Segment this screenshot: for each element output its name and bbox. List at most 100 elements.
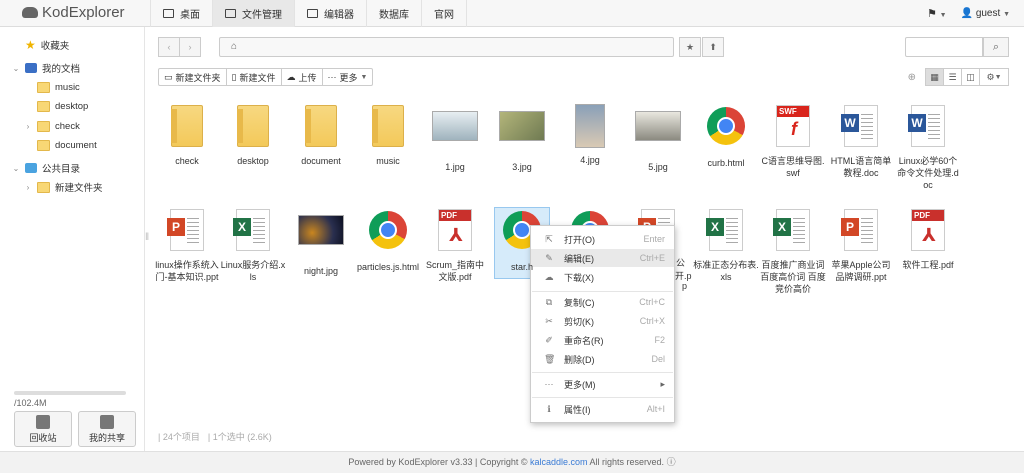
file-thumb [288, 215, 354, 261]
tree-public[interactable]: ⌄ 公共目录 [12, 159, 80, 177]
image-thumbnail [635, 111, 681, 141]
search-button[interactable]: ⌕ [983, 37, 1009, 57]
menu-properties[interactable]: ℹ 属性(I) Alt+I [531, 400, 674, 418]
doc-lines [187, 218, 199, 244]
nav-desktop[interactable]: 桌面 [150, 0, 212, 27]
home-icon[interactable]: ⌂ [222, 41, 246, 53]
file-name: Linux必学60个命令文件处理.doc [897, 156, 959, 190]
back-button[interactable]: ‹ [158, 37, 180, 57]
tree-music[interactable]: music [24, 78, 80, 96]
file-item[interactable]: PDF ⅄ 软件工程.pdf [895, 207, 961, 271]
nav-website[interactable]: 官网 [421, 0, 467, 27]
language-menu[interactable]: ⚑ ▼ [927, 7, 947, 20]
file-thumb [693, 107, 759, 153]
menu-separator [532, 397, 673, 398]
menu-cut[interactable]: ✂ 剪切(K) Ctrl+X [531, 312, 674, 330]
tree-new-folder[interactable]: › 新建文件夹 [24, 178, 103, 196]
menu-label: 更多(M) [564, 379, 596, 390]
file-item[interactable]: W Linux必学60个命令文件处理.doc [895, 103, 961, 191]
new-folder-button[interactable]: ▭ 新建文件夹 [158, 68, 227, 86]
path-bar[interactable] [219, 37, 674, 57]
user-menu[interactable]: 👤 guest ▼ [961, 8, 1010, 19]
upload-button[interactable]: ☁ 上传 [280, 68, 323, 86]
tree-desktop[interactable]: desktop [24, 97, 88, 115]
file-item[interactable]: SWF f C语言思维导图.swf [760, 103, 826, 179]
nav-file-manager[interactable]: 文件管理 [212, 0, 294, 27]
nav-label: 桌面 [180, 10, 200, 21]
flash-icon: SWF f [776, 105, 810, 147]
more-button[interactable]: ··· 更多 ▼ [321, 68, 374, 86]
tree-favorites[interactable]: ★ 收藏夹 [12, 36, 69, 54]
file-item[interactable]: P 苹果Apple公司品牌调研.ppt [828, 207, 894, 283]
file-item[interactable]: 1.jpg [422, 103, 488, 173]
menu-open[interactable]: ⇱ 打开(O) Enter [531, 230, 674, 248]
file-item[interactable]: W HTML语言简单教程.doc [828, 103, 894, 179]
tree-check[interactable]: › check [24, 117, 80, 135]
recycle-bin-button[interactable]: 回收站 [14, 411, 72, 447]
favorite-star-button[interactable]: ★ [679, 37, 701, 57]
nav-label: 编辑器 [324, 10, 354, 21]
folder-icon [171, 105, 203, 147]
context-menu: ⇱ 打开(O) Enter ✎ 编辑(E) Ctrl+E ☁ 下载(X) ⧉ 复制(C) Ct… [530, 225, 675, 423]
grid-view-button[interactable]: ▦ [925, 68, 944, 86]
sidebar-splitter[interactable]: ‖ [145, 232, 149, 246]
doc-lines [861, 218, 873, 244]
file-name: star.h [510, 262, 533, 272]
file-item[interactable]: 5.jpg [625, 103, 691, 173]
list-view-button[interactable]: ☰ [943, 68, 962, 86]
user-area: ⚑ ▼ 👤 guest ▼ [927, 0, 1010, 27]
chevron-down-icon[interactable]: ⌄ [12, 64, 20, 73]
file-type-badge: ⅄ [922, 225, 936, 245]
my-share-button[interactable]: 我的共享 [78, 411, 136, 447]
file-item[interactable]: X 标准正态分布表.xls [693, 207, 759, 283]
brand[interactable]: KodExplorer [22, 4, 125, 21]
nav-editor[interactable]: 编辑器 [294, 0, 366, 27]
file-type-badge: X [706, 218, 724, 236]
menu-delete[interactable]: 🗑 删除(D) Del [531, 350, 674, 368]
tree-document[interactable]: document [24, 136, 97, 154]
file-item[interactable]: Plinux操作系统入门-基本知识.ppt [154, 207, 220, 283]
file-item[interactable]: check [154, 103, 220, 167]
file-item[interactable]: 3.jpg [489, 103, 555, 173]
nav-database[interactable]: 数据库 [366, 0, 421, 27]
file-item[interactable]: X Linux服务介绍.xls [220, 207, 286, 283]
chevron-right-icon[interactable]: › [24, 122, 32, 131]
button-label: 新建文件夹 [175, 72, 221, 83]
file-item[interactable]: particles.js.html [355, 207, 421, 273]
zoom-icon[interactable]: ⊕ [908, 72, 916, 83]
menu-copy[interactable]: ⧉ 复制(C) Ctrl+C [531, 293, 674, 311]
nav-label: 文件管理 [242, 10, 282, 21]
up-button[interactable]: ⬆ [702, 37, 724, 57]
forward-button[interactable]: › [179, 37, 201, 57]
chrome-icon [369, 211, 407, 249]
file-item[interactable]: X 百度推广商业词 百度高价词 百度竞价高价 [760, 207, 826, 295]
file-name: 百度推广商业词 百度高价词 百度竞价高价 [760, 260, 826, 294]
tree-label: 收藏夹 [40, 41, 70, 52]
file-item[interactable]: desktop [220, 103, 286, 167]
file-item[interactable]: music [355, 103, 421, 167]
file-item[interactable]: night.jpg [288, 207, 354, 277]
menu-separator [532, 291, 673, 292]
button-label: 我的共享 [88, 432, 125, 443]
share-icon [100, 414, 114, 429]
menu-rename[interactable]: ✐ 重命名(R) F2 [531, 331, 674, 349]
file-item[interactable]: curb.html [693, 103, 759, 169]
file-item[interactable]: document [288, 103, 354, 167]
file-item[interactable]: PDF ⅄ Scrum_指南中文版.pdf [422, 207, 488, 283]
menu-label: 打开(O) [564, 234, 595, 245]
excel-icon: X [773, 209, 810, 251]
info-icon[interactable]: ⓘ [667, 457, 676, 467]
file-item[interactable]: 4.jpg [557, 103, 623, 166]
footer-link[interactable]: kalcaddle.com [530, 457, 588, 467]
chevron-right-icon[interactable]: › [24, 183, 32, 192]
menu-more[interactable]: ··· 更多(M) ▸ [531, 375, 674, 393]
file-thumb: X [693, 209, 759, 255]
tree-my-docs[interactable]: ⌄ 我的文档 [12, 59, 80, 77]
settings-button[interactable]: ⚙ ▼ [979, 68, 1009, 86]
file-name: check [175, 156, 199, 166]
new-file-button[interactable]: ▯ 新建文件 [225, 68, 282, 86]
split-view-button[interactable]: ◫ [961, 68, 980, 86]
nav-label: 数据库 [379, 10, 409, 21]
search-input[interactable] [905, 37, 983, 57]
chevron-down-icon[interactable]: ⌄ [12, 164, 20, 173]
